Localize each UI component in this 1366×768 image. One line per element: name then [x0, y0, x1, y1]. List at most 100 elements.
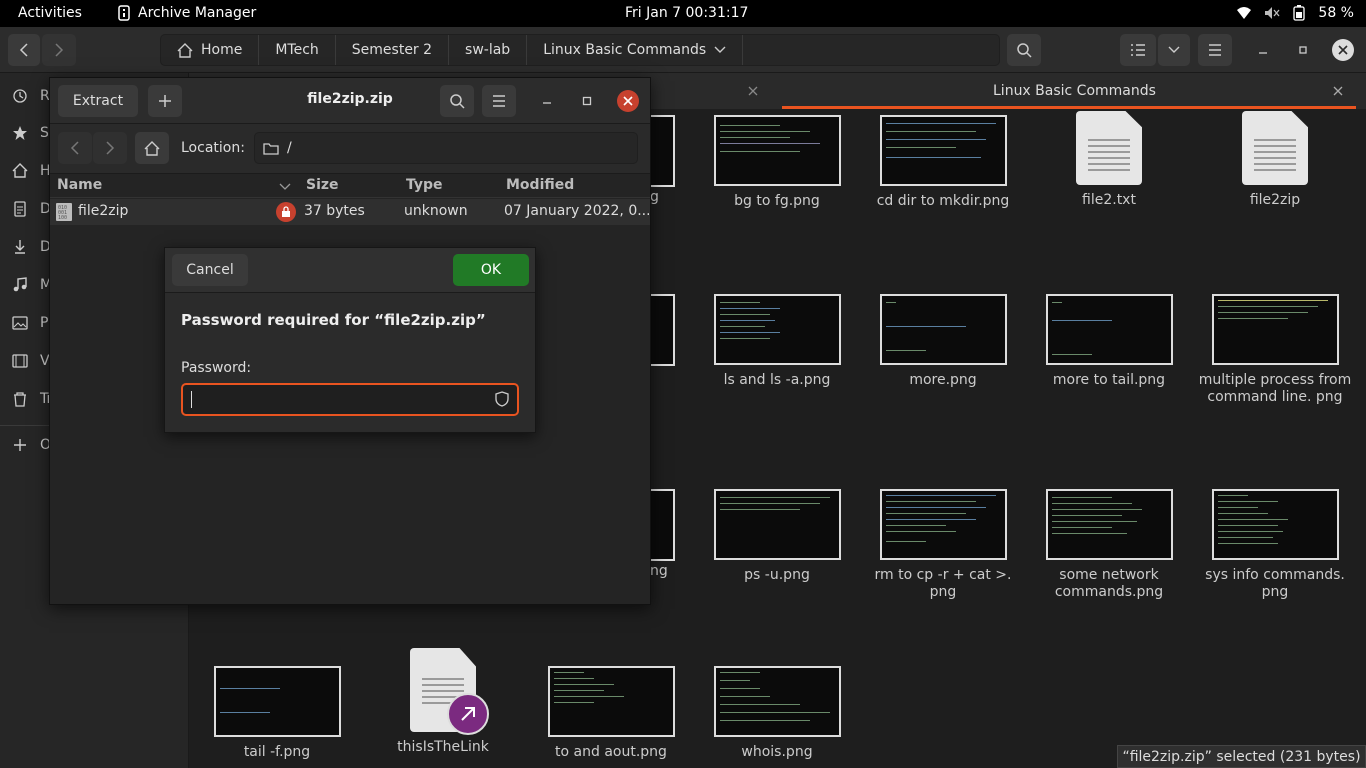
- file-item[interactable]: tail -f.png: [194, 666, 360, 761]
- image-thumbnail: [1045, 294, 1173, 365]
- image-thumbnail: [1211, 294, 1339, 365]
- archive-menu-button[interactable]: [482, 85, 516, 117]
- system-tray[interactable]: 58 %: [1236, 5, 1354, 21]
- image-thumbnail: [879, 294, 1007, 365]
- file-name: some network commands.png: [1054, 567, 1164, 600]
- file-name: rm to cp -r + cat >. png: [874, 567, 1012, 600]
- crumb-swlab[interactable]: sw-lab: [449, 35, 528, 65]
- file-item[interactable]: whois.png: [694, 666, 860, 761]
- plus-icon: [14, 439, 26, 451]
- forward-button[interactable]: [42, 34, 76, 66]
- cancel-button[interactable]: Cancel: [172, 254, 248, 286]
- file-item[interactable]: more.png: [860, 294, 1026, 389]
- minimize-icon: [543, 102, 551, 104]
- sort-chevron-icon: [279, 183, 291, 190]
- sidebar-item-videos[interactable]: V: [12, 353, 50, 369]
- sidebar-item-other-locations[interactable]: O: [12, 437, 51, 453]
- archive-search-button[interactable]: [440, 85, 474, 117]
- home-icon: [12, 163, 28, 178]
- dialog-headerbar: Cancel OK: [165, 248, 535, 293]
- document-icon: [14, 201, 26, 217]
- list-view-button[interactable]: [1120, 34, 1156, 66]
- sidebar-item-home[interactable]: H: [12, 163, 51, 179]
- picture-icon: [12, 316, 28, 330]
- file-item[interactable]: to and aout.png: [528, 666, 694, 761]
- row-name: file2zip: [78, 203, 129, 219]
- main-menu-button[interactable]: [1198, 34, 1232, 66]
- close-tab-icon[interactable]: [1333, 86, 1343, 96]
- app-name: Archive Manager: [138, 5, 257, 21]
- archive-app-icon: [118, 5, 130, 21]
- file-item[interactable]: multiple process from command line. png: [1192, 294, 1358, 406]
- caps-lock-shield-icon[interactable]: [495, 391, 509, 407]
- partial-thumbnail[interactable]: [649, 489, 675, 561]
- file-item[interactable]: cd dir to mkdir.png: [860, 115, 1026, 210]
- file-name: file2zip: [1249, 192, 1301, 208]
- symlink-badge: [447, 693, 489, 735]
- file-item[interactable]: file2.txt: [1026, 111, 1192, 209]
- col-name[interactable]: Name: [57, 177, 102, 193]
- search-button[interactable]: [1007, 34, 1041, 66]
- view-options-button[interactable]: [1158, 34, 1190, 66]
- password-input[interactable]: [181, 383, 519, 416]
- file-item[interactable]: bg to fg.png: [694, 115, 860, 210]
- dialog-heading: Password required for “file2zip.zip”: [181, 311, 486, 329]
- file-item[interactable]: some network commands.png: [1026, 489, 1192, 601]
- star-icon: [13, 126, 27, 140]
- image-thumbnail: [879, 115, 1007, 186]
- file-item[interactable]: more to tail.png: [1026, 294, 1192, 389]
- top-bar: Activities Archive Manager Fri Jan 7 00:…: [0, 0, 1366, 27]
- search-icon: [450, 94, 465, 109]
- file-item[interactable]: sys info commands. png: [1192, 489, 1358, 601]
- clock-icon: [13, 89, 27, 103]
- file-item[interactable]: ps -u.png: [694, 489, 860, 584]
- search-icon: [1017, 43, 1032, 58]
- minimize-button[interactable]: [1250, 34, 1276, 66]
- crumb-mtech[interactable]: MTech: [259, 35, 336, 65]
- back-button[interactable]: [8, 34, 40, 66]
- crumb-current[interactable]: Linux Basic Commands: [527, 35, 744, 65]
- file-item[interactable]: rm to cp -r + cat >. png: [860, 489, 1026, 601]
- sidebar-item-downloads[interactable]: D: [12, 239, 51, 255]
- file-item[interactable]: file2zip: [1192, 111, 1358, 209]
- activities-button[interactable]: Activities: [18, 5, 82, 21]
- hamburger-icon: [1209, 44, 1221, 56]
- archive-back-button[interactable]: [58, 132, 92, 164]
- crumb-home[interactable]: Home: [161, 35, 260, 65]
- app-menu[interactable]: Archive Manager: [118, 5, 256, 21]
- close-tab-icon[interactable]: [748, 86, 758, 96]
- col-size[interactable]: Size: [306, 177, 339, 193]
- close-button[interactable]: [1332, 39, 1354, 61]
- sidebar-item-trash[interactable]: Tr: [12, 391, 52, 407]
- location-value: /: [287, 140, 292, 156]
- location-field[interactable]: /: [254, 132, 638, 164]
- minimize-icon: [1259, 52, 1267, 54]
- archive-home-button[interactable]: [135, 132, 169, 164]
- col-type[interactable]: Type: [406, 177, 443, 193]
- maximize-button[interactable]: [1290, 34, 1316, 66]
- table-row[interactable]: 010 001 100 file2zip 37 bytes unknown 07 J…: [50, 199, 650, 225]
- archive-minimize-button[interactable]: [536, 90, 558, 112]
- ok-button[interactable]: OK: [453, 254, 529, 286]
- clock[interactable]: Fri Jan 7 00:31:17: [625, 5, 748, 21]
- file-name: multiple process from command line. png: [1198, 372, 1352, 405]
- hamburger-icon: [493, 95, 505, 107]
- tab-linux-basic-commands[interactable]: Linux Basic Commands: [782, 73, 1356, 109]
- chevron-right-icon: [55, 43, 64, 57]
- crumb-semester2[interactable]: Semester 2: [336, 35, 450, 65]
- image-thumbnail: [547, 666, 675, 737]
- home-icon: [144, 140, 160, 156]
- sidebar-item-documents[interactable]: D: [12, 201, 51, 217]
- sidebar-item-music[interactable]: M: [12, 277, 52, 293]
- file-item[interactable]: thisIsTheLink: [360, 648, 526, 756]
- partial-thumbnail[interactable]: [649, 115, 675, 187]
- partial-thumbnail[interactable]: [649, 294, 675, 366]
- file-item[interactable]: ls and ls -a.png: [694, 294, 860, 389]
- archive-close-button[interactable]: [617, 90, 639, 112]
- sidebar-item-pictures[interactable]: Pi: [12, 315, 52, 331]
- archive-forward-button[interactable]: [93, 132, 127, 164]
- col-modified[interactable]: Modified: [506, 177, 574, 193]
- image-thumbnail: [713, 115, 841, 186]
- image-thumbnail: [713, 666, 841, 737]
- archive-maximize-button[interactable]: [576, 90, 598, 112]
